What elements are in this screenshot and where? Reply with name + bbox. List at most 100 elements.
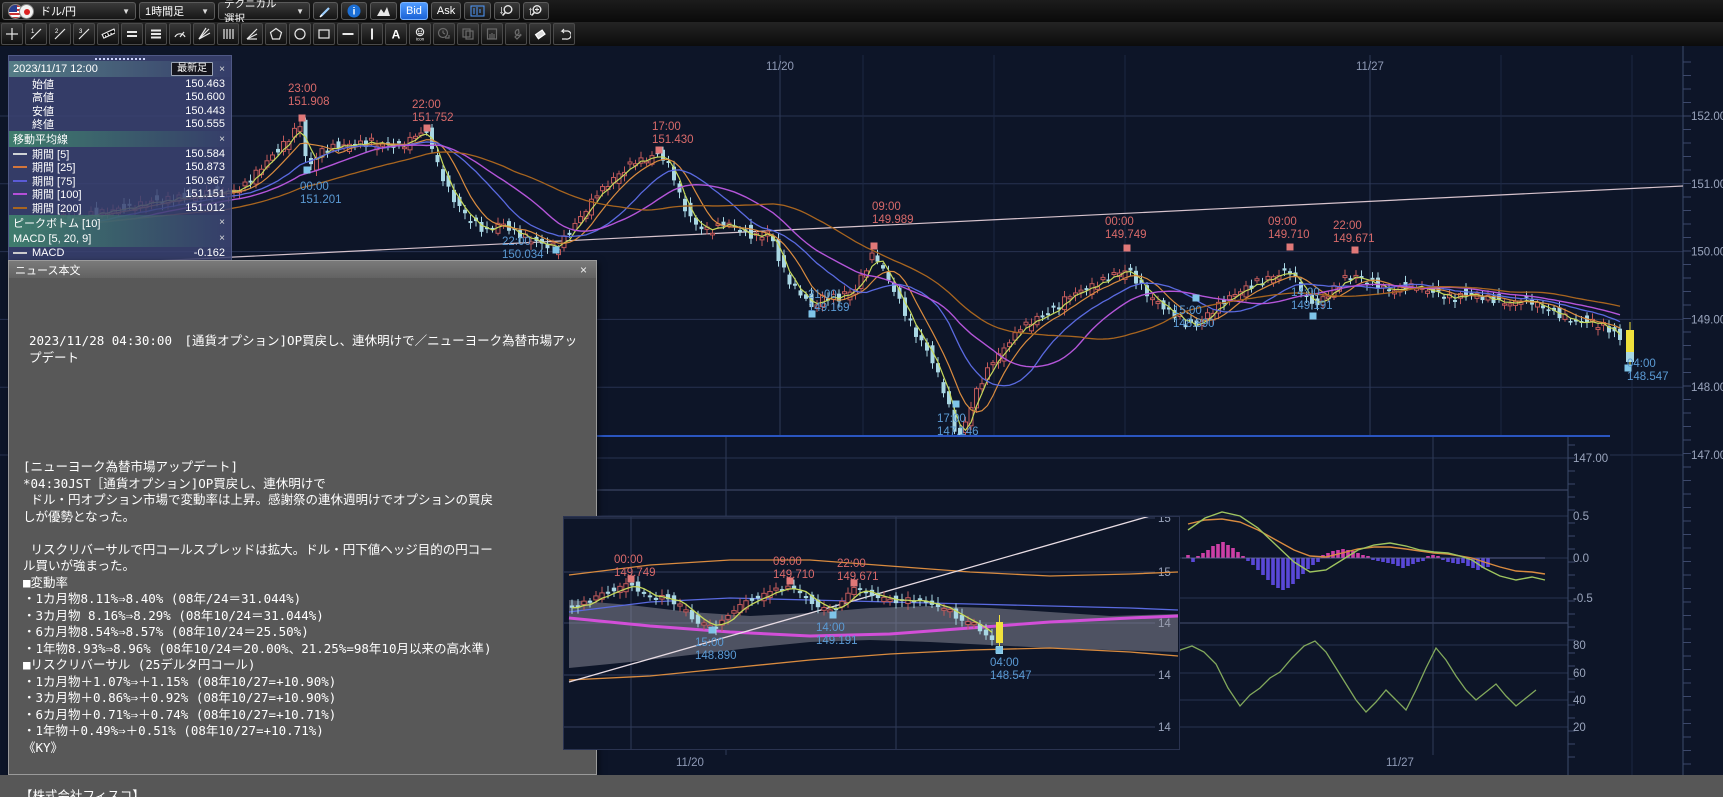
zoom-out-button[interactable] bbox=[494, 2, 520, 20]
ellipse-tool-button[interactable] bbox=[289, 23, 311, 45]
area-chart-button[interactable] bbox=[370, 2, 397, 20]
svg-text:00:00: 00:00 bbox=[1105, 216, 1134, 228]
drag-hand-tool-button[interactable] bbox=[481, 23, 503, 45]
ask-button[interactable]: Ask bbox=[431, 2, 461, 20]
chevron-down-icon: ▼ bbox=[201, 7, 209, 16]
news-source-partial: 【株式会社フィスコ】 bbox=[20, 785, 145, 797]
angle-rays-icon bbox=[245, 27, 259, 41]
trendline-1-tool-button[interactable]: 1 bbox=[25, 23, 47, 45]
series-color-swatch bbox=[13, 193, 27, 195]
currency-pair-select[interactable]: ドル/円 ▼ bbox=[2, 2, 136, 20]
parallel-3-tool-button[interactable] bbox=[145, 23, 167, 45]
angle-rays-tool-button[interactable] bbox=[241, 23, 263, 45]
trendline-2-icon: 2 bbox=[53, 27, 67, 41]
text-tool-tool-button[interactable]: A bbox=[385, 23, 407, 45]
chevron-down-icon: ▼ bbox=[296, 7, 304, 16]
svg-text:A: A bbox=[392, 28, 401, 42]
indicator-label: 期間 [200] bbox=[32, 200, 185, 216]
indicator-label: MACD bbox=[32, 247, 194, 259]
close-icon[interactable]: × bbox=[217, 233, 227, 244]
series-color-swatch bbox=[13, 180, 27, 182]
trading-app: ドル/円 ▼ 1時間足 ▼ テクニカル選択 ▼ i Bid Ask bbox=[0, 0, 1723, 797]
indicator-row: MACD-0.162 bbox=[9, 247, 231, 261]
ma-rows: 期間 [5]150.584期間 [25]150.873期間 [75]150.96… bbox=[9, 147, 231, 215]
time-shift-tool-button[interactable] bbox=[433, 23, 455, 45]
indicator-value: 150.873 bbox=[185, 161, 225, 173]
svg-text:23:00: 23:00 bbox=[288, 83, 317, 95]
svg-text:11/20: 11/20 bbox=[766, 61, 794, 73]
indicator-label: 終値 bbox=[32, 116, 185, 132]
macd-signal-line bbox=[1188, 519, 1545, 574]
pencil-button[interactable] bbox=[313, 2, 338, 20]
mini-chart-window[interactable]: 151514141400:00149.74909:00149.71022:001… bbox=[563, 516, 1180, 750]
trendline-2-tool-button[interactable]: 2 bbox=[49, 23, 71, 45]
ruler-tool-button[interactable] bbox=[97, 23, 119, 45]
svg-text:22:00: 22:00 bbox=[1333, 220, 1362, 232]
indicator-value: 150.443 bbox=[185, 105, 225, 117]
close-icon[interactable]: × bbox=[577, 264, 590, 276]
pentagon-tool-button[interactable] bbox=[265, 23, 287, 45]
series-color-swatch bbox=[13, 252, 27, 254]
trendline[interactable] bbox=[10, 186, 1683, 268]
svg-text:149.169: 149.169 bbox=[808, 302, 850, 314]
undo-tool-button[interactable] bbox=[553, 23, 575, 45]
copy-tool-button[interactable] bbox=[457, 23, 479, 45]
peakbottom-header: ピークボトム [10] × bbox=[9, 215, 231, 231]
svg-text:20: 20 bbox=[1573, 722, 1586, 734]
horizontal-line-tool-button[interactable] bbox=[337, 23, 359, 45]
indicator-row: 期間 [200]151.012 bbox=[9, 201, 231, 215]
technical-select[interactable]: テクニカル選択 ▼ bbox=[218, 2, 310, 20]
main-toolbar: ドル/円 ▼ 1時間足 ▼ テクニカル選択 ▼ i Bid Ask bbox=[0, 0, 1723, 22]
svg-text:148.890: 148.890 bbox=[1173, 318, 1215, 330]
svg-text:149.989: 149.989 bbox=[872, 214, 914, 226]
news-title: ニュース本文 bbox=[15, 262, 577, 278]
macd-header: MACD [5, 20, 9] × bbox=[9, 231, 231, 247]
info-button[interactable]: i bbox=[341, 2, 367, 20]
crosshair-tool-button[interactable] bbox=[1, 23, 23, 45]
parallel-2-tool-button[interactable] bbox=[121, 23, 143, 45]
news-body: 2023/11/28 04:30:00 [通貨オプション]OP買戻し、連休明けで… bbox=[9, 278, 596, 797]
vertical-line-tool-button[interactable] bbox=[361, 23, 383, 45]
news-text: [ニューヨーク為替市場アップデート] *04:30JST［通貨オプション]OP買… bbox=[23, 459, 582, 756]
news-titlebar[interactable]: ニュース本文 × bbox=[9, 261, 596, 278]
svg-text:148.00: 148.00 bbox=[1691, 382, 1723, 394]
svg-text:21:00: 21:00 bbox=[808, 289, 837, 301]
svg-text:80: 80 bbox=[1573, 640, 1586, 652]
svg-text:148.547: 148.547 bbox=[990, 670, 1032, 682]
bid-button[interactable]: Bid bbox=[400, 2, 428, 20]
indicator-value: 150.584 bbox=[185, 148, 225, 160]
ma-header-label: 移動平均線 bbox=[13, 131, 217, 147]
tick-chart-button[interactable] bbox=[464, 2, 491, 20]
svg-text:149.671: 149.671 bbox=[837, 571, 879, 583]
latest-bar-button[interactable]: 最新足 bbox=[171, 62, 213, 76]
close-icon[interactable]: × bbox=[217, 134, 227, 145]
svg-text:147.00: 147.00 bbox=[1573, 453, 1608, 465]
time-shift-icon bbox=[437, 27, 451, 41]
jp-flag-icon bbox=[19, 4, 34, 19]
wrench-tool-button[interactable] bbox=[505, 23, 527, 45]
indicator-panel[interactable]: 2023/11/17 12:00 最新足 × 始値150.463高値150.60… bbox=[8, 55, 232, 275]
zoom-in-icon bbox=[529, 4, 543, 18]
news-window[interactable]: ニュース本文 × 2023/11/28 04:30:00 [通貨オプション]OP… bbox=[8, 260, 597, 775]
rays-tool-button[interactable] bbox=[193, 23, 215, 45]
svg-text:151.201: 151.201 bbox=[300, 194, 342, 206]
rectangle-tool-button[interactable] bbox=[313, 23, 335, 45]
indicator-value: 150.463 bbox=[185, 78, 225, 90]
timeframe-select[interactable]: 1時間足 ▼ bbox=[139, 2, 215, 20]
svg-text:11/27: 11/27 bbox=[1386, 757, 1414, 769]
svg-text:0.5: 0.5 bbox=[1573, 511, 1589, 523]
gauge-fan-tool-button[interactable] bbox=[169, 23, 191, 45]
close-icon[interactable]: × bbox=[217, 217, 227, 228]
svg-text:149.710: 149.710 bbox=[773, 569, 815, 581]
zoom-in-button[interactable] bbox=[523, 2, 549, 20]
svg-text:00:00: 00:00 bbox=[300, 181, 329, 193]
eraser-tool-button[interactable] bbox=[529, 23, 551, 45]
stamp-icon-tool-button[interactable]: icon bbox=[409, 23, 431, 45]
vertical-grid-tool-button[interactable] bbox=[217, 23, 239, 45]
svg-text:148.547: 148.547 bbox=[1627, 371, 1669, 383]
news-list-strip: 【株式会社フィスコ】 bbox=[0, 775, 1723, 797]
gauge-fan-icon bbox=[173, 27, 187, 41]
close-icon[interactable]: × bbox=[217, 64, 227, 75]
drag-hand-icon bbox=[485, 27, 499, 41]
trendline-3-tool-button[interactable]: 3 bbox=[73, 23, 95, 45]
